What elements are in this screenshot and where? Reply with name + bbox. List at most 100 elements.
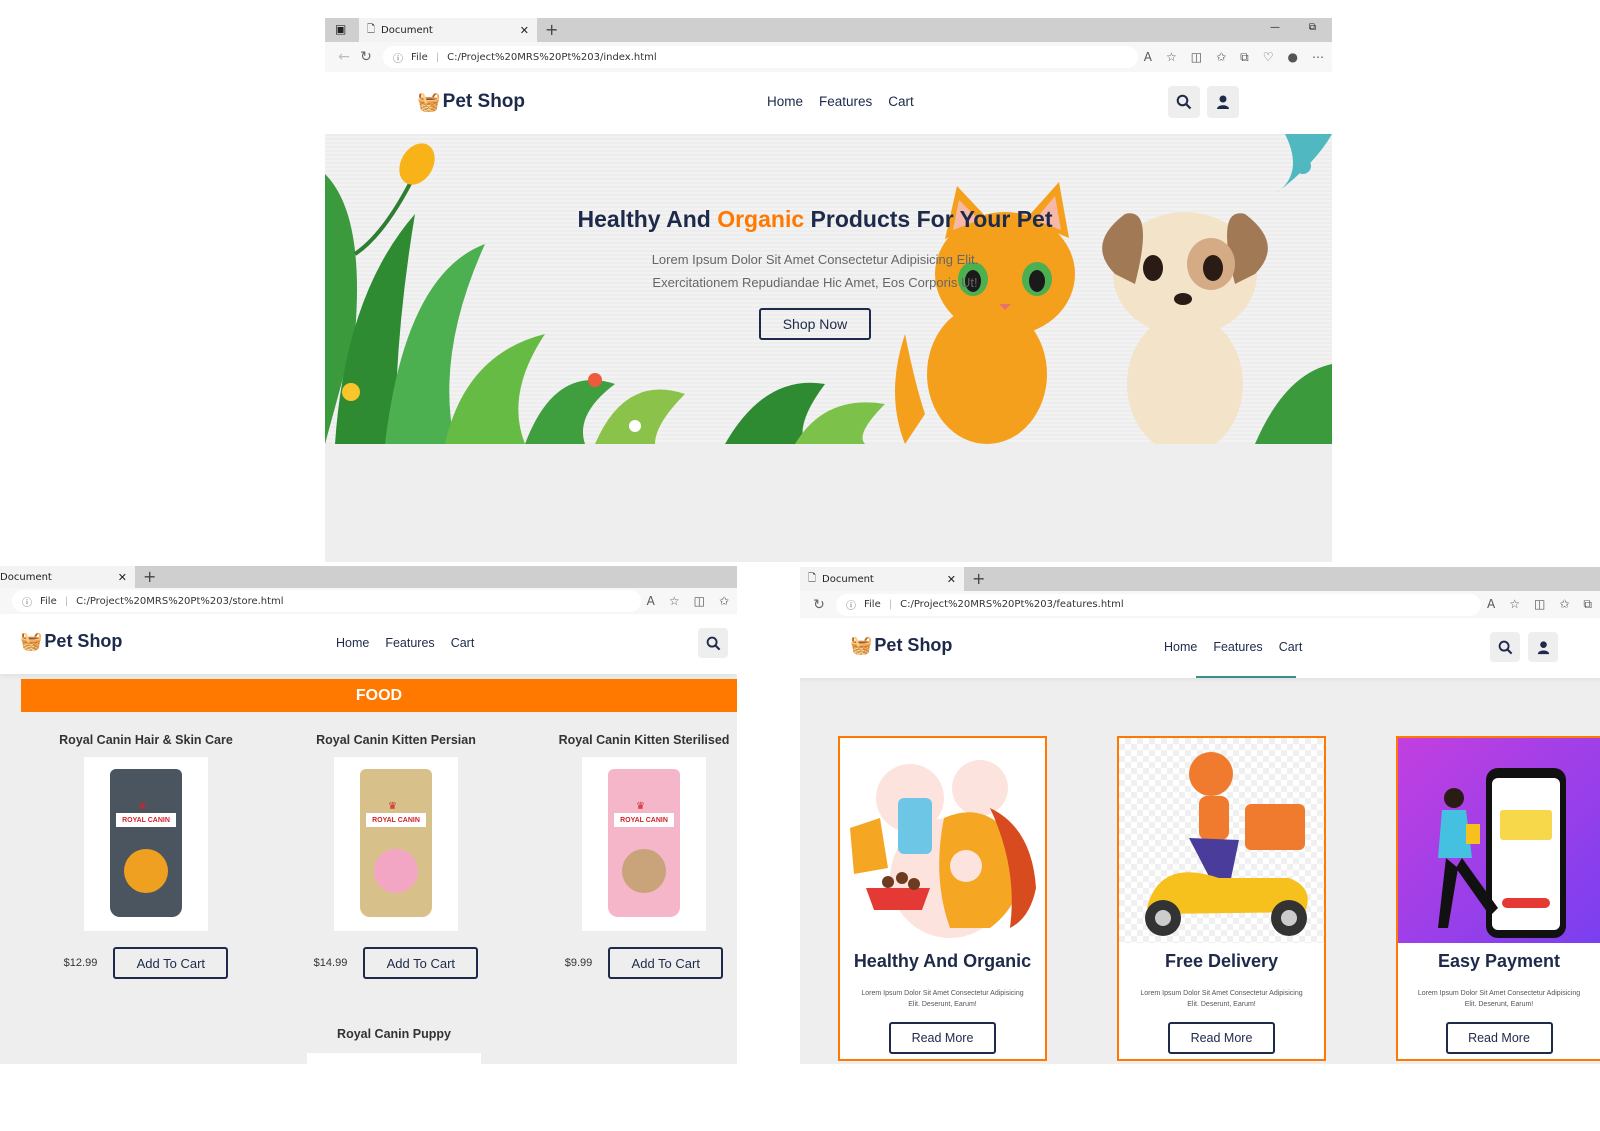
read-more-button[interactable]: Read More (889, 1022, 996, 1054)
add-to-cart-button[interactable]: Add To Cart (363, 947, 479, 979)
nav-home[interactable]: Home (336, 636, 369, 650)
info-icon: ⓘ (393, 53, 403, 65)
feature-title: Free Delivery (1164, 951, 1279, 971)
document-icon: 🗋 (367, 23, 376, 35)
favorites-icon[interactable]: ✩ (1559, 597, 1569, 612)
read-aloud-icon[interactable]: A (1144, 50, 1152, 65)
product-image: ♛ ROYAL CANIN (334, 757, 458, 931)
more-icon[interactable]: ⋯ (1312, 50, 1324, 65)
add-to-cart-button[interactable]: Add To Cart (113, 947, 229, 979)
read-aloud-icon[interactable]: A (647, 594, 655, 608)
nav-cart[interactable]: Cart (451, 636, 475, 650)
logo-text: Pet Shop (442, 91, 526, 112)
profile-icon[interactable]: ● (1288, 50, 1298, 65)
food-bag-image: ♛ ROYAL CANIN (110, 769, 182, 917)
minimize-icon[interactable]: — (1270, 22, 1280, 33)
close-tab-icon[interactable]: ✕ (520, 24, 529, 37)
feature-description: Lorem Ipsum Dolor Sit Amet Consectetur A… (1140, 990, 1303, 1008)
tab-actions-icon[interactable]: ▣ (335, 22, 346, 36)
restore-icon[interactable]: ⧉ (1309, 22, 1316, 33)
nav-features[interactable]: Features (1213, 640, 1262, 654)
site-header: 🧺 Pet Shop Home Features Cart (325, 72, 1332, 134)
nav-active-indicator (1196, 676, 1296, 678)
split-screen-icon[interactable]: ◫ (694, 594, 705, 608)
info-icon: ⓘ (846, 601, 856, 612)
url-field[interactable]: ⓘ File | C:/Project%20MRS%20Pt%203/index… (383, 46, 1138, 68)
url-prefix: File (40, 595, 57, 607)
page-footer-area (0, 1064, 1600, 1131)
search-button[interactable] (1168, 86, 1200, 118)
read-more-button[interactable]: Read More (1168, 1022, 1275, 1054)
close-tab-icon[interactable]: ✕ (118, 571, 127, 584)
nav-features[interactable]: Features (819, 94, 872, 109)
read-aloud-icon[interactable]: A (1487, 597, 1495, 612)
food-bag-image: ♛ ROYAL CANIN (608, 769, 680, 917)
collections-icon[interactable]: ⧉ (1240, 50, 1249, 65)
info-icon: ⓘ (22, 597, 32, 609)
nav-features[interactable]: Features (385, 636, 434, 650)
nav-menu: Home Features Cart (336, 636, 474, 650)
split-screen-icon[interactable]: ◫ (1191, 50, 1202, 65)
user-button[interactable] (1207, 86, 1239, 118)
user-button[interactable] (1528, 632, 1558, 662)
product-image: ♛ ROYAL CANIN (84, 757, 208, 931)
refresh-icon[interactable]: ↻ (355, 49, 377, 65)
split-screen-icon[interactable]: ◫ (1534, 597, 1545, 612)
tab-title: Document (381, 24, 433, 36)
url-field[interactable]: ⓘ File | C:/Project%20MRS%20Pt%203/store… (12, 590, 641, 612)
feature-card: Healthy And Organic Lorem Ipsum Dolor Si… (838, 736, 1047, 1061)
new-tab-icon[interactable]: + (972, 569, 985, 588)
url-prefix: File (411, 51, 428, 63)
browser-tab[interactable]: 🗋 Document ✕ (0, 566, 135, 588)
add-to-cart-button[interactable]: Add To Cart (608, 947, 724, 979)
url-field[interactable]: ⓘ File | C:/Project%20MRS%20Pt%203/featu… (836, 593, 1482, 616)
favorite-star-icon[interactable]: ☆ (1166, 50, 1177, 65)
new-tab-icon[interactable]: + (545, 20, 558, 39)
tab-bar: 🗋 Document ✕ + (0, 566, 737, 588)
nav-cart[interactable]: Cart (888, 94, 914, 109)
logo[interactable]: 🧺 Pet Shop (417, 90, 525, 114)
tab-bar: 🗋 Document ✕ + (800, 567, 1600, 591)
new-tab-icon[interactable]: + (143, 567, 156, 586)
favorite-star-icon[interactable]: ☆ (669, 594, 680, 608)
user-icon (1537, 640, 1549, 654)
product-price: $12.99 (63, 957, 98, 969)
basket-icon: 🧺 (20, 631, 43, 651)
browser-tab[interactable]: 🗋 Document ✕ (359, 18, 537, 42)
logo[interactable]: 🧺 Pet Shop (850, 635, 952, 656)
read-more-button[interactable]: Read More (1445, 1022, 1553, 1054)
close-tab-icon[interactable]: ✕ (947, 573, 956, 586)
hero-description: Lorem Ipsum Dolor Sit Amet Consectetur A… (651, 252, 979, 290)
payment-illustration (1398, 738, 1600, 943)
food-bag-image: ♛ ROYAL CANIN (360, 769, 432, 917)
favorites-icon[interactable]: ✩ (719, 594, 729, 608)
document-icon: 🗋 (808, 572, 817, 584)
search-button[interactable] (1490, 632, 1520, 662)
feature-card: Free Delivery Lorem Ipsum Dolor Sit Amet… (1117, 736, 1326, 1061)
search-button[interactable] (698, 628, 728, 658)
site-header: 🧺 Pet Shop Home Features Cart (800, 618, 1600, 678)
extensions-icon[interactable]: ♡ (1263, 50, 1274, 65)
back-icon[interactable]: ← (333, 49, 355, 65)
product-name: Royal Canin Kitten Sterilised (558, 733, 730, 747)
logo-text: Pet Shop (874, 635, 953, 655)
favorites-icon[interactable]: ✩ (1216, 50, 1226, 65)
shop-now-button[interactable]: Shop Now (758, 308, 872, 340)
collections-icon[interactable]: ⧉ (1583, 597, 1592, 612)
browser-tab[interactable]: 🗋 Document ✕ (800, 567, 964, 591)
nav-cart[interactable]: Cart (1279, 640, 1303, 654)
user-icon (1217, 95, 1229, 109)
nav-home[interactable]: Home (1164, 640, 1197, 654)
nav-home[interactable]: Home (767, 94, 803, 109)
product-card: Royal Canin Kitten Sterilised ♛ ROYAL CA… (524, 733, 764, 979)
refresh-icon[interactable]: ↻ (808, 597, 830, 613)
logo[interactable]: 🧺 Pet Shop (20, 631, 122, 652)
favorite-star-icon[interactable]: ☆ (1509, 597, 1520, 612)
address-bar-row: ← ↻ ⓘ File | C:/Project%20MRS%20Pt%203/i… (325, 42, 1332, 72)
search-icon (1176, 94, 1192, 110)
crown-icon: ♛ (388, 801, 397, 812)
product-price: $9.99 (564, 957, 593, 969)
tab-title: Document (822, 573, 874, 585)
product-price: $14.99 (313, 957, 348, 969)
search-icon (706, 636, 720, 650)
